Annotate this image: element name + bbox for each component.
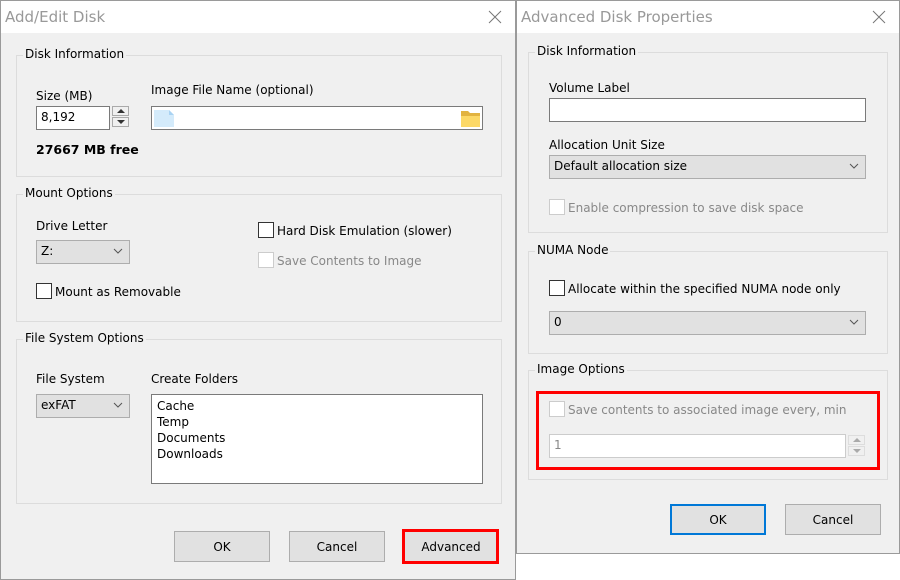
spin-down-button[interactable] [848,446,865,456]
allocation-unit-value: Default allocation size [554,159,688,173]
file-system-label: File System [36,372,105,386]
save-interval-input[interactable]: 1 [549,434,846,458]
free-space-label: 27667 MB free [36,142,139,157]
numa-node-group: NUMA Node [528,243,888,354]
close-icon [872,10,886,24]
file-system-select[interactable]: exFAT [36,394,130,418]
numa-node-value: 0 [554,315,562,329]
arrow-down-icon [116,120,125,124]
folder-item: Documents [157,431,226,445]
add-edit-disk-dialog: Add/Edit Disk Disk Information Size (MB)… [0,0,516,580]
allocation-unit-select[interactable]: Default allocation size [549,155,866,179]
disk-information-legend: Disk Information [23,47,127,61]
arrow-down-icon [852,449,861,453]
create-folders-textarea[interactable]: Cache Temp Documents Downloads [151,394,483,484]
folder-item: Temp [157,415,189,429]
numa-allocate-checkbox[interactable] [549,280,565,296]
image-options-group: Image Options [528,362,888,480]
volume-label-input[interactable] [549,98,866,122]
dialog-title: Add/Edit Disk [5,8,106,26]
close-icon [488,10,502,24]
spin-down-button[interactable] [112,117,129,127]
save-interval-spinner[interactable] [848,435,865,456]
folder-browse-icon[interactable] [461,110,480,127]
save-contents-label: Save Contents to Image [277,254,422,268]
arrow-up-icon [852,438,861,442]
advanced-disk-properties-dialog: Advanced Disk Properties Disk Informatio… [516,0,900,554]
chevron-down-icon [113,248,123,254]
size-label: Size (MB) [36,89,93,103]
save-every-checkbox[interactable] [549,401,565,417]
hard-disk-emulation-checkbox[interactable] [258,222,274,238]
compression-label: Enable compression to save disk space [568,201,804,215]
size-input[interactable]: 8,192 [36,106,110,130]
title-bar: Advanced Disk Properties [517,1,899,33]
mount-options-legend: Mount Options [23,186,115,200]
cancel-button[interactable]: Cancel [289,531,385,562]
chevron-down-icon [113,402,123,408]
ok-button[interactable]: OK [174,531,270,562]
drive-letter-value: Z: [41,244,54,258]
file-system-options-legend: File System Options [23,331,146,345]
dialog-title: Advanced Disk Properties [521,8,713,26]
save-every-label: Save contents to associated image every,… [568,403,847,417]
mount-removable-checkbox[interactable] [36,283,52,299]
image-options-legend: Image Options [535,362,627,376]
folder-item: Downloads [157,447,223,461]
save-contents-checkbox[interactable] [258,252,274,268]
arrow-up-icon [116,109,125,113]
image-file-input[interactable] [151,106,483,130]
advanced-disk-information-legend: Disk Information [535,44,639,58]
numa-node-legend: NUMA Node [535,243,611,257]
numa-node-select[interactable]: 0 [549,311,866,335]
mount-removable-label[interactable]: Mount as Removable [55,285,181,299]
image-file-label: Image File Name (optional) [151,83,314,97]
cancel-button[interactable]: Cancel [785,504,881,535]
size-spinner[interactable] [112,106,129,127]
folder-item: Cache [157,399,195,413]
file-system-value: exFAT [41,398,76,412]
create-folders-label: Create Folders [151,372,239,386]
close-button[interactable] [859,1,899,33]
chevron-down-icon [849,319,859,325]
drive-letter-select[interactable]: Z: [36,240,130,264]
numa-allocate-label[interactable]: Allocate within the specified NUMA node … [568,282,841,296]
spin-up-button[interactable] [112,106,129,116]
spin-up-button[interactable] [848,435,865,445]
close-button[interactable] [475,1,515,33]
title-bar: Add/Edit Disk [1,1,515,33]
drive-letter-label: Drive Letter [36,219,108,233]
allocation-unit-label: Allocation Unit Size [549,138,665,152]
file-icon [154,110,174,127]
chevron-down-icon [849,163,859,169]
compression-checkbox[interactable] [549,199,565,215]
volume-label-label: Volume Label [549,81,630,95]
hard-disk-emulation-label[interactable]: Hard Disk Emulation (slower) [277,224,452,238]
advanced-button[interactable]: Advanced [404,531,498,562]
ok-button[interactable]: OK [670,504,766,535]
